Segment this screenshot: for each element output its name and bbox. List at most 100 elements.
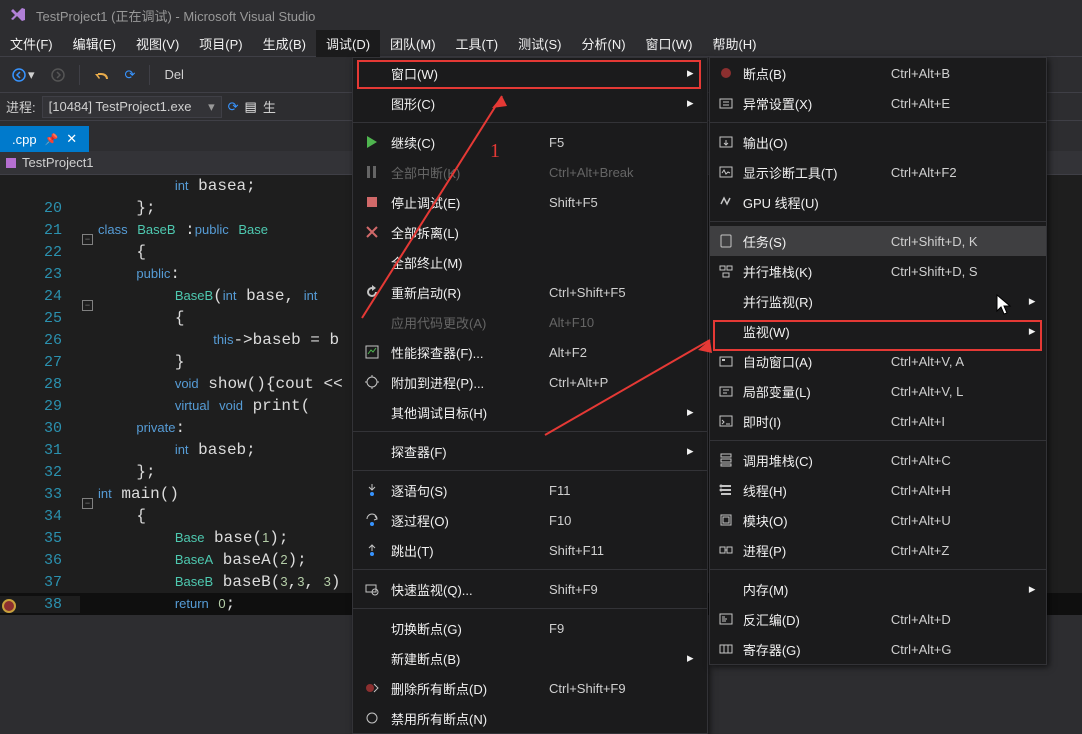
menu-item[interactable]: 新建断点(B)▸: [353, 643, 707, 673]
menu-item[interactable]: 调用堆栈(C)Ctrl+Alt+C: [710, 445, 1046, 475]
menu-item-shortcut: Shift+F11: [549, 543, 679, 558]
menu-item-shortcut: Alt+F2: [549, 345, 679, 360]
submenu-arrow-icon: ▸: [1029, 323, 1038, 339]
menu-item[interactable]: 附加到进程(P)...Ctrl+Alt+P: [353, 367, 707, 397]
threads-dropdown-icon[interactable]: ▤: [245, 99, 257, 115]
menu-item-shortcut: F10: [549, 513, 679, 528]
breadcrumb-item[interactable]: TestProject1: [22, 155, 94, 170]
menu-item-shortcut: Ctrl+Alt+D: [891, 612, 1021, 627]
callstack-icon: [718, 452, 735, 468]
menu-item[interactable]: 快速监视(Q)...Shift+F9: [353, 574, 707, 604]
fold-icon[interactable]: −: [82, 234, 93, 245]
refresh-threads-icon[interactable]: ⟳: [228, 99, 239, 115]
menu-item[interactable]: 窗口(W)▸: [353, 58, 707, 88]
titlebar: TestProject1 (正在调试) - Microsoft Visual S…: [0, 0, 1082, 30]
close-icon[interactable]: ✕: [66, 131, 77, 147]
submenu-arrow-icon: ▸: [687, 443, 699, 459]
menu-1[interactable]: 编辑(E): [63, 30, 126, 57]
menu-item-label: 并行堆栈(K): [743, 262, 883, 281]
redo-button[interactable]: ⟳: [119, 63, 142, 87]
menu-item[interactable]: 寄存器(G)Ctrl+Alt+G: [710, 634, 1046, 664]
menu-7[interactable]: 工具(T): [446, 30, 509, 57]
fold-icon[interactable]: −: [82, 498, 93, 509]
process-combo[interactable]: [10484] TestProject1.exe ▾: [42, 96, 222, 118]
menu-5[interactable]: 调试(D): [316, 30, 380, 57]
menu-item-label: 线程(H): [743, 481, 883, 500]
output-icon: [718, 134, 735, 150]
menu-6[interactable]: 团队(M): [380, 30, 446, 57]
menu-item-label: 删除所有断点(D): [391, 679, 541, 698]
lifecycle-label: 生: [263, 97, 276, 116]
document-tab[interactable]: .cpp 📌 ✕: [0, 126, 89, 152]
menu-item-shortcut: Shift+F5: [549, 195, 679, 210]
nav-back-button[interactable]: ▾: [6, 63, 41, 87]
menu-item-label: 切换断点(G): [391, 619, 541, 638]
menu-11[interactable]: 帮助(H): [702, 30, 766, 57]
stepout-icon: [361, 542, 383, 558]
menu-item-shortcut: F9: [549, 621, 679, 636]
menu-item-shortcut: Ctrl+Alt+V, L: [891, 384, 1021, 399]
menu-item[interactable]: 逐语句(S)F11: [353, 475, 707, 505]
attach-icon: [361, 374, 383, 390]
menu-item[interactable]: 线程(H)Ctrl+Alt+H: [710, 475, 1046, 505]
pin-icon[interactable]: 📌: [45, 133, 59, 146]
menu-item[interactable]: 图形(C)▸: [353, 88, 707, 118]
menu-item[interactable]: 其他调试目标(H)▸: [353, 397, 707, 427]
menu-item-label: 应用代码更改(A): [391, 313, 541, 332]
menu-item[interactable]: 禁用所有断点(N): [353, 703, 707, 733]
menu-item-label: 反汇编(D): [743, 610, 883, 629]
menu-item-label: 逐过程(O): [391, 511, 541, 530]
menu-item[interactable]: 异常设置(X)Ctrl+Alt+E: [710, 88, 1046, 118]
fold-icon[interactable]: −: [82, 300, 93, 311]
menu-item-label: 模块(O): [743, 511, 883, 530]
menu-item-label: 附加到进程(P)...: [391, 373, 541, 392]
menu-item[interactable]: 性能探查器(F)...Alt+F2: [353, 337, 707, 367]
menubar: 文件(F)编辑(E)视图(V)项目(P)生成(B)调试(D)团队(M)工具(T)…: [0, 30, 1082, 57]
menu-item[interactable]: 探查器(F) ▸: [353, 436, 707, 466]
menu-item[interactable]: 并行堆栈(K)Ctrl+Shift+D, S: [710, 256, 1046, 286]
menu-item-label: 继续(C): [391, 133, 541, 152]
menu-item-label: 探查器(F): [391, 442, 541, 461]
breakpoint-icon[interactable]: [2, 599, 16, 613]
menu-item[interactable]: 内存(M)▸: [710, 574, 1046, 604]
menu-item-shortcut: Ctrl+Alt+G: [891, 642, 1021, 657]
menu-item[interactable]: 全部终止(M): [353, 247, 707, 277]
menu-item[interactable]: 显示诊断工具(T)Ctrl+Alt+F2: [710, 157, 1046, 187]
menu-item[interactable]: 任务(S)Ctrl+Shift+D, K: [710, 226, 1046, 256]
nav-forward-button[interactable]: [45, 64, 71, 86]
menu-9[interactable]: 分析(N): [571, 30, 635, 57]
menu-item-label: 内存(M): [743, 580, 883, 599]
undo-button[interactable]: [88, 64, 115, 85]
menu-item[interactable]: 继续(C)F5: [353, 127, 707, 157]
submenu-arrow-icon: ▸: [1029, 293, 1038, 309]
menu-0[interactable]: 文件(F): [0, 30, 63, 57]
menu-3[interactable]: 项目(P): [189, 30, 252, 57]
menu-item[interactable]: 输出(O): [710, 127, 1046, 157]
menu-8[interactable]: 测试(S): [508, 30, 571, 57]
menu-2[interactable]: 视图(V): [126, 30, 189, 57]
annotation-label-1: 1: [490, 140, 500, 163]
menu-item[interactable]: 即时(I)Ctrl+Alt+I: [710, 406, 1046, 436]
menu-item[interactable]: 逐过程(O) F10: [353, 505, 707, 535]
menu-item[interactable]: 停止调试(E)Shift+F5: [353, 187, 707, 217]
menu-item-label: 局部变量(L): [743, 382, 883, 401]
menu-item[interactable]: 监视(W)▸: [710, 316, 1046, 346]
menu-item[interactable]: 进程(P)Ctrl+Alt+Z: [710, 535, 1046, 565]
menu-item[interactable]: 模块(O) Ctrl+Alt+U: [710, 505, 1046, 535]
menu-item[interactable]: 局部变量(L) Ctrl+Alt+V, L: [710, 376, 1046, 406]
menu-item[interactable]: 断点(B)Ctrl+Alt+B: [710, 58, 1046, 88]
menu-item[interactable]: GPU 线程(U): [710, 187, 1046, 217]
menu-4[interactable]: 生成(B): [253, 30, 316, 57]
menu-item-label: GPU 线程(U): [743, 193, 883, 212]
menu-item-shortcut: Ctrl+Alt+U: [891, 513, 1021, 528]
menu-item[interactable]: 反汇编(D) Ctrl+Alt+D: [710, 604, 1046, 634]
menu-item[interactable]: 全部拆离(L): [353, 217, 707, 247]
menu-item[interactable]: 删除所有断点(D) Ctrl+Shift+F9: [353, 673, 707, 703]
menu-item[interactable]: 切换断点(G) F9: [353, 613, 707, 643]
menu-item[interactable]: 跳出(T)Shift+F11: [353, 535, 707, 565]
menu-10[interactable]: 窗口(W): [636, 30, 703, 57]
menu-item-label: 即时(I): [743, 412, 883, 431]
menu-item-shortcut: Ctrl+Shift+F9: [549, 681, 679, 696]
menu-item[interactable]: 自动窗口(A)Ctrl+Alt+V, A: [710, 346, 1046, 376]
menu-item[interactable]: 重新启动(R)Ctrl+Shift+F5: [353, 277, 707, 307]
